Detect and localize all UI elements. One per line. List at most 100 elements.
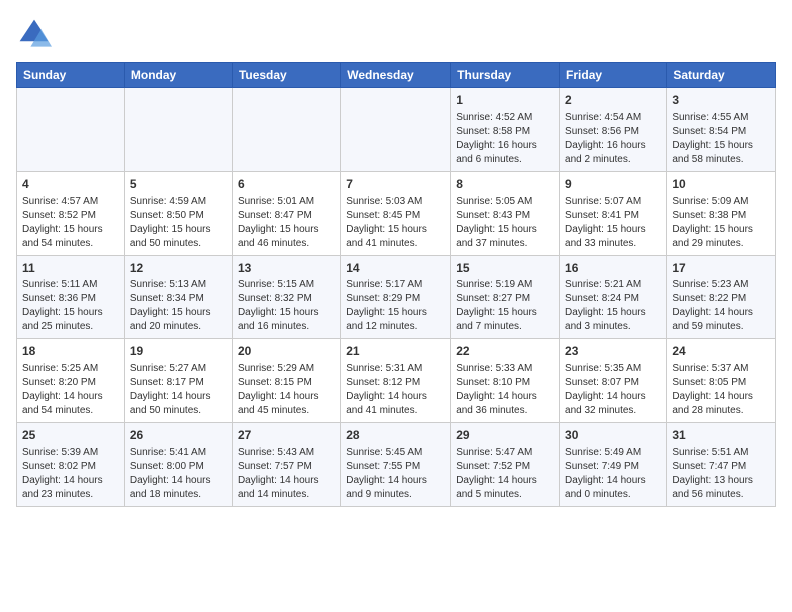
day-content: Sunrise: 5:01 AM Sunset: 8:47 PM Dayligh… [238,195,335,251]
day-content: Sunrise: 4:59 AM Sunset: 8:50 PM Dayligh… [130,195,227,251]
day-number: 3 [672,92,770,109]
day-number: 4 [22,176,119,193]
calendar-cell: 25 Sunrise: 5:39 AM Sunset: 8:02 PM Dayli… [17,423,125,507]
day-content: Sunrise: 5:11 AM Sunset: 8:36 PM Dayligh… [22,278,119,334]
day-content: Sunrise: 5:23 AM Sunset: 8:22 PM Dayligh… [672,278,770,334]
day-number: 21 [346,343,445,360]
day-content: Sunrise: 4:52 AM Sunset: 8:58 PM Dayligh… [456,111,554,167]
day-number: 8 [456,176,554,193]
day-content: Sunrise: 5:17 AM Sunset: 8:29 PM Dayligh… [346,278,445,334]
calendar-cell: 6 Sunrise: 5:01 AM Sunset: 8:47 PM Daylig… [232,171,340,255]
day-number: 1 [456,92,554,109]
day-number: 9 [565,176,661,193]
day-number: 14 [346,260,445,277]
calendar-table: SundayMondayTuesdayWednesdayThursdayFrid… [16,62,776,507]
day-content: Sunrise: 5:27 AM Sunset: 8:17 PM Dayligh… [130,362,227,418]
day-content: Sunrise: 5:39 AM Sunset: 8:02 PM Dayligh… [22,446,119,502]
weekday-header-monday: Monday [124,63,232,88]
calendar-cell [124,88,232,172]
day-content: Sunrise: 5:43 AM Sunset: 7:57 PM Dayligh… [238,446,335,502]
calendar-cell: 18 Sunrise: 5:25 AM Sunset: 8:20 PM Dayli… [17,339,125,423]
logo-icon [16,16,52,52]
calendar-header: SundayMondayTuesdayWednesdayThursdayFrid… [17,63,776,88]
day-content: Sunrise: 5:21 AM Sunset: 8:24 PM Dayligh… [565,278,661,334]
weekday-header-row: SundayMondayTuesdayWednesdayThursdayFrid… [17,63,776,88]
calendar-cell: 29 Sunrise: 5:47 AM Sunset: 7:52 PM Dayli… [451,423,560,507]
day-number: 27 [238,427,335,444]
day-number: 16 [565,260,661,277]
day-content: Sunrise: 5:19 AM Sunset: 8:27 PM Dayligh… [456,278,554,334]
day-number: 11 [22,260,119,277]
calendar-cell: 24Sunrise: 5:37 AM Sunset: 8:05 PM Dayli… [667,339,776,423]
calendar-cell: 5 Sunrise: 4:59 AM Sunset: 8:50 PM Daylig… [124,171,232,255]
day-content: Sunrise: 4:54 AM Sunset: 8:56 PM Dayligh… [565,111,661,167]
day-content: Sunrise: 5:31 AM Sunset: 8:12 PM Dayligh… [346,362,445,418]
calendar-cell: 26 Sunrise: 5:41 AM Sunset: 8:00 PM Dayli… [124,423,232,507]
day-number: 5 [130,176,227,193]
page-header [16,16,776,52]
day-content: Sunrise: 5:49 AM Sunset: 7:49 PM Dayligh… [565,446,661,502]
weekday-header-sunday: Sunday [17,63,125,88]
calendar-cell: 20Sunrise: 5:29 AM Sunset: 8:15 PM Dayli… [232,339,340,423]
day-content: Sunrise: 5:15 AM Sunset: 8:32 PM Dayligh… [238,278,335,334]
day-number: 26 [130,427,227,444]
day-content: Sunrise: 5:25 AM Sunset: 8:20 PM Dayligh… [22,362,119,418]
day-content: Sunrise: 5:41 AM Sunset: 8:00 PM Dayligh… [130,446,227,502]
calendar-week-row: 25 Sunrise: 5:39 AM Sunset: 8:02 PM Dayli… [17,423,776,507]
logo [16,16,56,52]
day-content: Sunrise: 5:51 AM Sunset: 7:47 PM Dayligh… [672,446,770,502]
calendar-cell: 21 Sunrise: 5:31 AM Sunset: 8:12 PM Dayli… [341,339,451,423]
calendar-cell: 12Sunrise: 5:13 AM Sunset: 8:34 PM Dayli… [124,255,232,339]
day-number: 12 [130,260,227,277]
day-content: Sunrise: 4:57 AM Sunset: 8:52 PM Dayligh… [22,195,119,251]
day-number: 25 [22,427,119,444]
calendar-cell [17,88,125,172]
calendar-cell [341,88,451,172]
calendar-cell [232,88,340,172]
calendar-cell: 11Sunrise: 5:11 AM Sunset: 8:36 PM Dayli… [17,255,125,339]
day-content: Sunrise: 5:35 AM Sunset: 8:07 PM Dayligh… [565,362,661,418]
calendar-cell: 14Sunrise: 5:17 AM Sunset: 8:29 PM Dayli… [341,255,451,339]
calendar-cell: 4 Sunrise: 4:57 AM Sunset: 8:52 PM Daylig… [17,171,125,255]
calendar-body: 1 Sunrise: 4:52 AM Sunset: 8:58 PM Daylig… [17,88,776,507]
calendar-cell: 16Sunrise: 5:21 AM Sunset: 8:24 PM Dayli… [560,255,667,339]
day-content: Sunrise: 5:47 AM Sunset: 7:52 PM Dayligh… [456,446,554,502]
day-number: 10 [672,176,770,193]
day-content: Sunrise: 5:37 AM Sunset: 8:05 PM Dayligh… [672,362,770,418]
day-content: Sunrise: 5:13 AM Sunset: 8:34 PM Dayligh… [130,278,227,334]
calendar-cell: 9Sunrise: 5:07 AM Sunset: 8:41 PM Daylig… [560,171,667,255]
day-number: 29 [456,427,554,444]
day-number: 28 [346,427,445,444]
weekday-header-tuesday: Tuesday [232,63,340,88]
weekday-header-friday: Friday [560,63,667,88]
calendar-cell: 22Sunrise: 5:33 AM Sunset: 8:10 PM Dayli… [451,339,560,423]
day-content: Sunrise: 5:05 AM Sunset: 8:43 PM Dayligh… [456,195,554,251]
calendar-cell: 3Sunrise: 4:55 AM Sunset: 8:54 PM Daylig… [667,88,776,172]
calendar-cell: 31 Sunrise: 5:51 AM Sunset: 7:47 PM Dayli… [667,423,776,507]
day-number: 20 [238,343,335,360]
calendar-week-row: 18 Sunrise: 5:25 AM Sunset: 8:20 PM Dayli… [17,339,776,423]
calendar-cell: 17Sunrise: 5:23 AM Sunset: 8:22 PM Dayli… [667,255,776,339]
day-content: Sunrise: 5:03 AM Sunset: 8:45 PM Dayligh… [346,195,445,251]
day-number: 23 [565,343,661,360]
weekday-header-thursday: Thursday [451,63,560,88]
calendar-cell: 30Sunrise: 5:49 AM Sunset: 7:49 PM Dayli… [560,423,667,507]
calendar-cell: 27 Sunrise: 5:43 AM Sunset: 7:57 PM Dayli… [232,423,340,507]
day-content: Sunrise: 5:45 AM Sunset: 7:55 PM Dayligh… [346,446,445,502]
calendar-cell: 19 Sunrise: 5:27 AM Sunset: 8:17 PM Dayli… [124,339,232,423]
day-number: 19 [130,343,227,360]
calendar-week-row: 4 Sunrise: 4:57 AM Sunset: 8:52 PM Daylig… [17,171,776,255]
calendar-cell: 2 Sunrise: 4:54 AM Sunset: 8:56 PM Daylig… [560,88,667,172]
calendar-cell: 23 Sunrise: 5:35 AM Sunset: 8:07 PM Dayli… [560,339,667,423]
day-number: 18 [22,343,119,360]
day-number: 2 [565,92,661,109]
calendar-cell: 15Sunrise: 5:19 AM Sunset: 8:27 PM Dayli… [451,255,560,339]
weekday-header-wednesday: Wednesday [341,63,451,88]
day-content: Sunrise: 5:33 AM Sunset: 8:10 PM Dayligh… [456,362,554,418]
calendar-cell: 8 Sunrise: 5:05 AM Sunset: 8:43 PM Daylig… [451,171,560,255]
day-number: 6 [238,176,335,193]
day-number: 13 [238,260,335,277]
calendar-cell: 7Sunrise: 5:03 AM Sunset: 8:45 PM Daylig… [341,171,451,255]
day-number: 31 [672,427,770,444]
calendar-cell: 10Sunrise: 5:09 AM Sunset: 8:38 PM Dayli… [667,171,776,255]
